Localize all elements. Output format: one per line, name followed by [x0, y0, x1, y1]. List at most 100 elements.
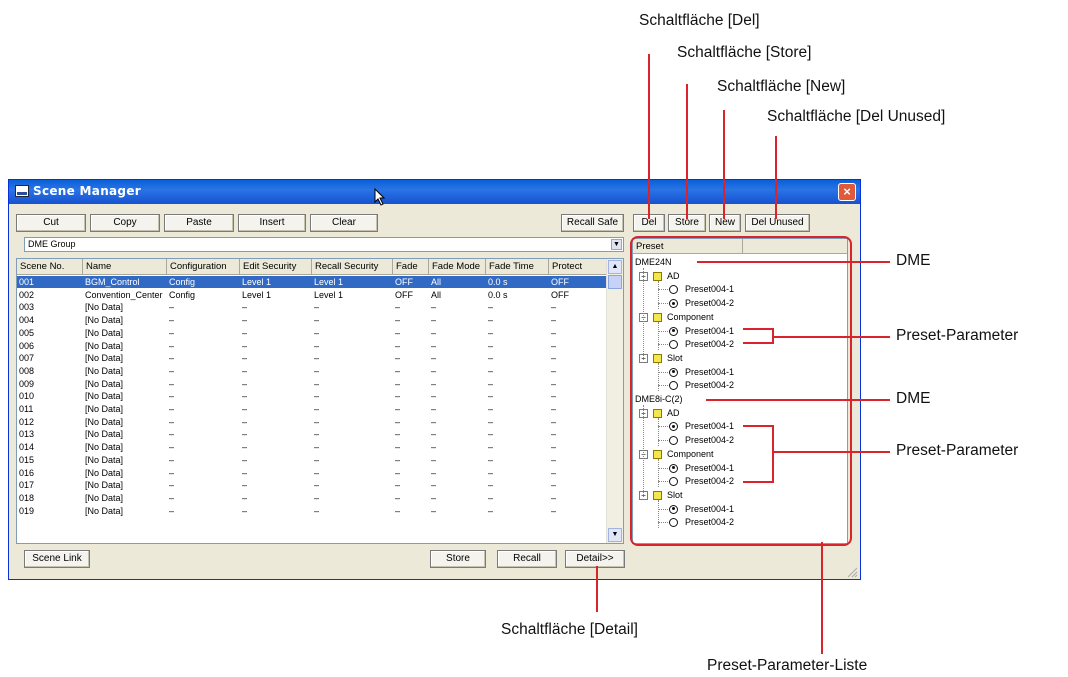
table-cell: – [431, 378, 437, 389]
table-cell: – [551, 315, 557, 326]
table-row[interactable]: 010 [No Data] – – – – – – – [17, 390, 607, 402]
table-cell: – [431, 429, 437, 440]
table-row[interactable]: 004 [No Data] – – – – – – – [17, 314, 607, 326]
table-cell: – [551, 467, 557, 478]
table-cell: – [395, 454, 401, 465]
table-row[interactable]: 011 [No Data] – – – – – – – [17, 403, 607, 415]
del-unused-button[interactable]: Del Unused [745, 214, 810, 232]
table-row[interactable]: 012 [No Data] – – – – – – – [17, 416, 607, 428]
table-row[interactable]: 014 [No Data] – – – – – – – [17, 441, 607, 453]
table-row[interactable]: 009 [No Data] – – – – – – – [17, 378, 607, 390]
table-cell: – [431, 454, 437, 465]
table-cell: [No Data] [85, 454, 124, 465]
table-cell: [No Data] [85, 353, 124, 364]
close-icon[interactable]: × [838, 183, 856, 201]
scroll-down-icon[interactable]: ▼ [608, 528, 622, 542]
column-header[interactable]: Fade Mode [429, 259, 486, 274]
copy-button[interactable]: Copy [90, 214, 160, 232]
scroll-thumb[interactable] [608, 275, 622, 289]
table-cell: – [169, 429, 175, 440]
table-cell: All [431, 277, 442, 287]
title-bar[interactable]: Scene Manager × [9, 180, 860, 204]
clear-button[interactable]: Clear [310, 214, 378, 232]
column-header[interactable]: Fade Time [486, 259, 549, 274]
table-cell: – [395, 480, 401, 491]
table-scrollbar[interactable]: ▲ ▼ [606, 259, 623, 543]
table-row[interactable]: 002 Convention_Center Config Level 1 Level 1… [17, 289, 607, 301]
table-row[interactable]: 003 [No Data] – – – – – – – [17, 301, 607, 313]
annotation-dme-2: DME [896, 390, 931, 407]
store-scene-button[interactable]: Store [430, 550, 486, 568]
table-row[interactable]: 018 [No Data] – – – – – – – [17, 492, 607, 504]
table-cell: – [314, 391, 320, 402]
table-cell: [No Data] [85, 467, 124, 478]
table-cell: Level 1 [314, 277, 344, 287]
table-cell: – [242, 442, 248, 453]
table-cell: – [242, 404, 248, 414]
table-cell: Level 1 [242, 289, 272, 300]
column-header[interactable]: Protect [549, 259, 607, 274]
recall-safe-button[interactable]: Recall Safe [561, 214, 624, 232]
table-cell: – [431, 365, 437, 376]
window-title: Scene Manager [33, 184, 141, 198]
column-header[interactable]: Recall Security [312, 259, 393, 274]
table-cell: 013 [19, 429, 35, 440]
table-cell: – [431, 353, 437, 364]
table-cell: – [242, 315, 248, 326]
detail-button[interactable]: Detail>> [565, 550, 625, 568]
table-row[interactable]: 001 BGM_Control Config Level 1 Level 1 OFF All… [17, 276, 607, 288]
table-row[interactable]: 019 [No Data] – – – – – – – [17, 505, 607, 517]
table-cell: Level 1 [314, 289, 344, 300]
table-cell: [No Data] [85, 378, 124, 389]
column-header[interactable]: Edit Security [240, 259, 312, 274]
column-header[interactable]: Fade [393, 259, 429, 274]
column-header[interactable]: Scene No. [17, 259, 83, 274]
table-row[interactable]: 016 [No Data] – – – – – – – [17, 467, 607, 479]
insert-button[interactable]: Insert [238, 214, 306, 232]
table-cell: – [242, 429, 248, 440]
table-cell: – [242, 416, 248, 427]
table-cell: BGM_Control [85, 277, 140, 287]
table-cell: – [551, 442, 557, 453]
chevron-down-icon[interactable]: ▼ [611, 239, 622, 250]
new-button[interactable]: New [709, 214, 741, 232]
table-row[interactable]: 007 [No Data] – – – – – – – [17, 352, 607, 364]
table-cell: – [242, 391, 248, 402]
table-row[interactable]: 006 [No Data] – – – – – – – [17, 340, 607, 352]
table-cell: – [242, 378, 248, 389]
resize-grip-icon[interactable] [846, 566, 858, 578]
table-cell: – [169, 378, 175, 389]
scroll-up-icon[interactable]: ▲ [608, 260, 622, 274]
callout-line-detail [596, 566, 598, 612]
column-header[interactable]: Configuration [167, 259, 240, 274]
table-cell: – [488, 340, 494, 351]
table-cell: OFF [551, 277, 569, 287]
column-header[interactable]: Name [83, 259, 167, 274]
table-cell: – [242, 365, 248, 376]
table-cell: OFF [551, 289, 569, 300]
table-cell: 019 [19, 505, 35, 516]
table-cell: [No Data] [85, 492, 124, 503]
table-cell: – [488, 442, 494, 453]
table-cell: – [314, 492, 320, 503]
bracket-side-2 [772, 425, 774, 483]
dme-group-select[interactable]: DME Group ▼ [24, 237, 624, 252]
table-cell: – [551, 416, 557, 427]
recall-button[interactable]: Recall [497, 550, 557, 568]
scene-link-button[interactable]: Scene Link [24, 550, 90, 568]
paste-button[interactable]: Paste [164, 214, 234, 232]
table-cell: – [551, 480, 557, 491]
table-cell: – [314, 315, 320, 326]
table-cell: – [488, 404, 494, 414]
table-row[interactable]: 005 [No Data] – – – – – – – [17, 327, 607, 339]
table-cell: 014 [19, 442, 35, 453]
cut-button[interactable]: Cut [16, 214, 86, 232]
table-row[interactable]: 015 [No Data] – – – – – – – [17, 454, 607, 466]
annotation-new: Schaltfläche [New] [717, 78, 846, 95]
table-row[interactable]: 017 [No Data] – – – – – – – [17, 479, 607, 491]
table-cell: – [551, 378, 557, 389]
table-row[interactable]: 008 [No Data] – – – – – – – [17, 365, 607, 377]
table-row[interactable]: 013 [No Data] – – – – – – – [17, 428, 607, 440]
table-cell: 016 [19, 467, 35, 478]
table-cell: – [395, 391, 401, 402]
